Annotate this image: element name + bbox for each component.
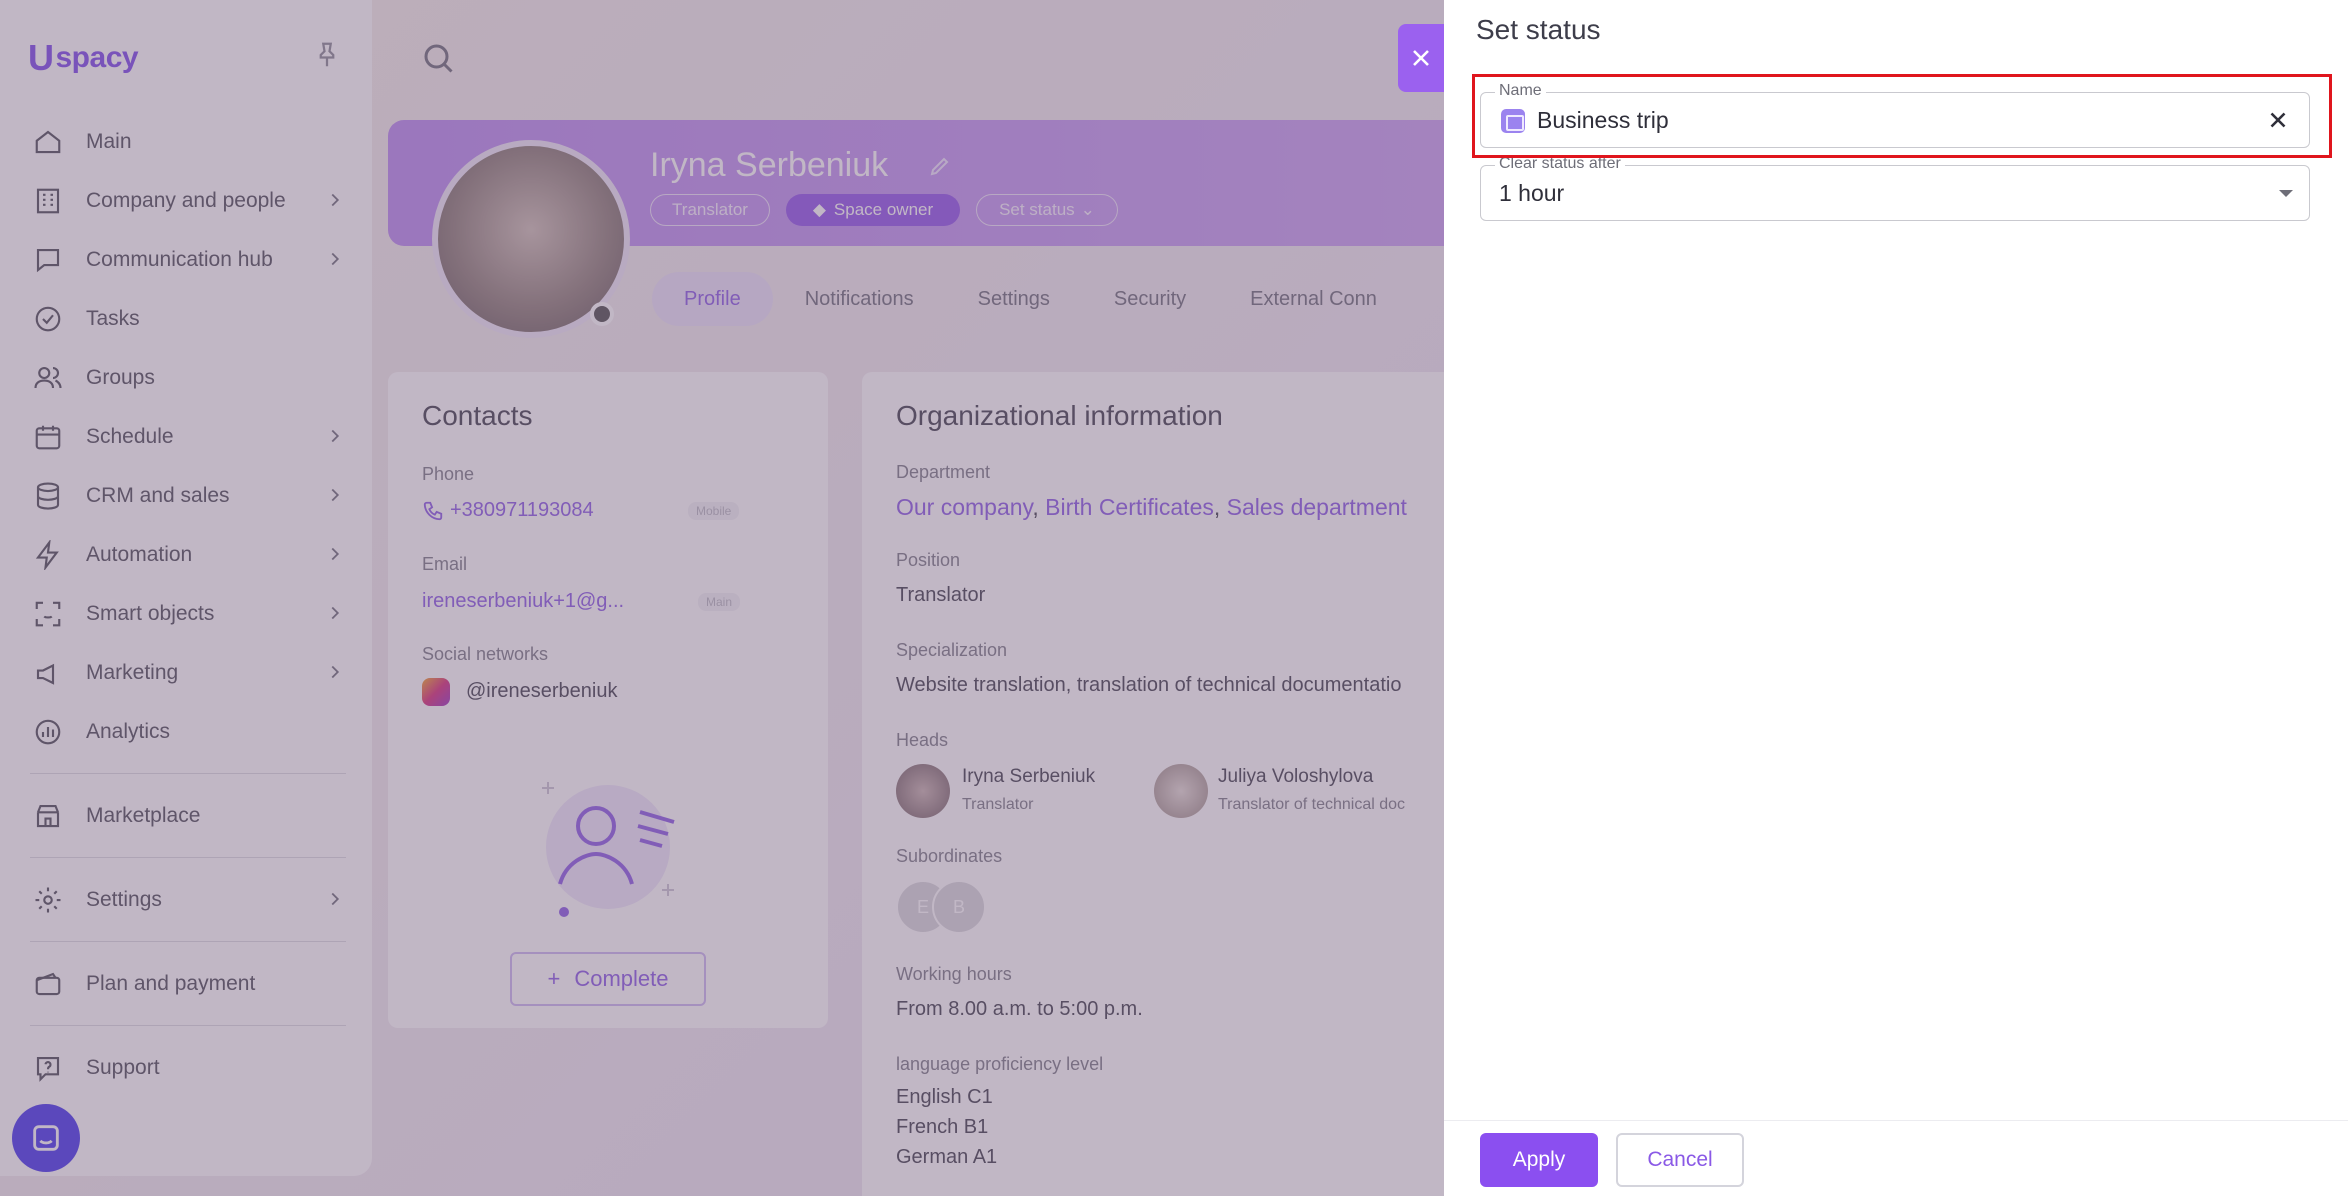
close-icon (1413, 50, 1429, 66)
dropdown-arrow-icon (2279, 190, 2293, 197)
close-drawer-button[interactable] (1398, 24, 1444, 92)
clear-status-value: 1 hour (1499, 180, 1565, 206)
cancel-button[interactable]: Cancel (1616, 1133, 1744, 1187)
drawer-title: Set status (1476, 14, 1601, 45)
set-status-drawer: Set status Name Business trip Clear stat… (1444, 0, 2348, 1196)
apply-button[interactable]: Apply (1480, 1133, 1598, 1187)
drawer-footer: Apply Cancel (1444, 1120, 2348, 1196)
highlight-box (1472, 74, 2332, 158)
clear-status-after-select[interactable]: Clear status after 1 hour (1480, 155, 2310, 221)
modal-backdrop[interactable] (0, 0, 1444, 1196)
